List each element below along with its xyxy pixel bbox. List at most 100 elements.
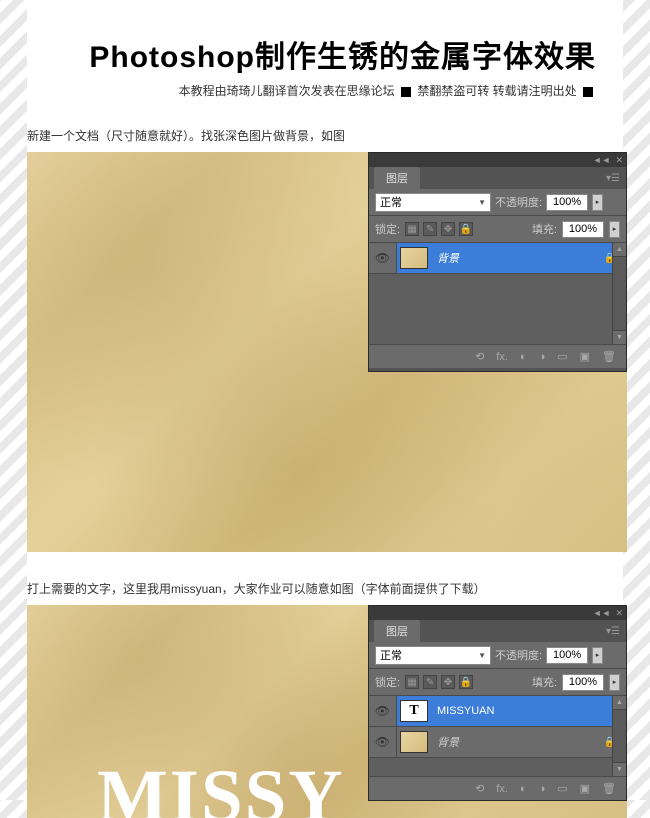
chevron-down-icon: ▼ xyxy=(478,198,486,207)
figure-2-text: MISSY xyxy=(97,754,345,818)
layer-list: 👁 背景 🔒 ▲ ▼ xyxy=(369,243,626,344)
lock-icons-group: ▦ ✎ ✥ 🔒 xyxy=(405,675,473,689)
layer-name: MISSYUAN xyxy=(431,705,626,717)
close-icon[interactable]: ✕ xyxy=(615,608,623,619)
scroll-down-icon[interactable]: ▼ xyxy=(613,762,626,776)
opacity-label: 不透明度: xyxy=(495,647,542,663)
panel-tabs: 图层 ▾☰ xyxy=(369,620,626,642)
collapse-icon[interactable]: ◄◄ xyxy=(593,155,611,165)
lock-label: 锁定: xyxy=(375,221,400,237)
fill-label: 填充: xyxy=(532,221,557,237)
lock-all-icon[interactable]: 🔒 xyxy=(459,675,473,689)
panel-topbar: ◄◄ ✕ xyxy=(369,153,626,167)
lock-all-icon[interactable]: 🔒 xyxy=(459,222,473,236)
lock-label: 锁定: xyxy=(375,674,400,690)
step-1-text: 新建一个文档（尺寸随意就好）。找张深色图片做背景，如图 xyxy=(27,127,623,144)
adjustment-icon[interactable]: ◑ xyxy=(539,783,546,795)
visibility-toggle[interactable]: 👁 xyxy=(369,243,397,273)
block-icon xyxy=(583,87,593,97)
scrollbar[interactable]: ▲ ▼ xyxy=(612,696,626,776)
visibility-toggle[interactable]: 👁 xyxy=(369,696,397,726)
page-title: Photoshop制作生锈的金属字体效果 xyxy=(27,32,623,76)
lock-position-icon[interactable]: ✥ xyxy=(441,222,455,236)
mask-icon[interactable]: ◐ xyxy=(520,351,527,363)
visibility-toggle[interactable]: 👁 xyxy=(369,727,397,757)
lock-icons-group: ▦ ✎ ✥ 🔒 xyxy=(405,222,473,236)
layer-thumbnail[interactable] xyxy=(397,247,431,269)
tab-layers[interactable]: 图层 xyxy=(374,167,420,189)
layer-thumbnail[interactable]: T xyxy=(397,700,431,722)
panel-menu-icon[interactable]: ▾☰ xyxy=(606,626,620,637)
scroll-up-icon[interactable]: ▲ xyxy=(613,243,626,257)
eye-icon: 👁 xyxy=(375,251,390,265)
folder-icon[interactable]: ▭ xyxy=(557,350,567,363)
blend-mode-value: 正常 xyxy=(380,647,402,663)
eye-icon: 👁 xyxy=(375,735,390,749)
tab-layers[interactable]: 图层 xyxy=(374,620,420,642)
blend-opacity-row: 正常 ▼ 不透明度: 100% ▸ xyxy=(369,642,626,669)
layers-panel: ◄◄ ✕ 图层 ▾☰ 正常 ▼ 不透明度: 100% ▸ 锁定: ▦ xyxy=(368,152,627,372)
fill-input[interactable]: 100% xyxy=(562,221,604,238)
scrollbar[interactable]: ▲ ▼ xyxy=(612,243,626,344)
layer-item[interactable]: 👁 背景 🔒 xyxy=(369,243,626,274)
eye-icon: 👁 xyxy=(375,704,390,718)
layer-thumbnail[interactable] xyxy=(397,731,431,753)
trash-icon[interactable]: 🗑 xyxy=(602,782,616,795)
lock-position-icon[interactable]: ✥ xyxy=(441,675,455,689)
layers-panel: ◄◄ ✕ 图层 ▾☰ 正常 ▼ 不透明度: 100% ▸ 锁定: ▦ xyxy=(368,605,627,801)
scroll-down-icon[interactable]: ▼ xyxy=(613,330,626,344)
thumb-texture xyxy=(400,247,428,269)
blend-mode-value: 正常 xyxy=(380,194,402,210)
chevron-down-icon: ▼ xyxy=(478,651,486,660)
fill-stepper[interactable]: ▸ xyxy=(609,221,620,238)
block-icon xyxy=(401,87,411,97)
trash-icon[interactable]: 🗑 xyxy=(602,350,616,363)
lock-fill-row: 锁定: ▦ ✎ ✥ 🔒 填充: 100% ▸ xyxy=(369,216,626,243)
blend-mode-select[interactable]: 正常 ▼ xyxy=(375,193,491,212)
fill-stepper[interactable]: ▸ xyxy=(609,674,620,691)
fill-label: 填充: xyxy=(532,674,557,690)
panel-menu-icon[interactable]: ▾☰ xyxy=(606,173,620,184)
scroll-up-icon[interactable]: ▲ xyxy=(613,696,626,710)
link-layers-icon[interactable]: ⟲ xyxy=(475,350,484,363)
opacity-input[interactable]: 100% xyxy=(546,194,588,211)
panel-topbar: ◄◄ ✕ xyxy=(369,606,626,620)
panel-footer: ⟲ fx. ◐ ◑ ▭ ▣ 🗑 xyxy=(369,776,626,800)
layer-name: 背景 xyxy=(431,734,604,750)
figure-1: ◄◄ ✕ 图层 ▾☰ 正常 ▼ 不透明度: 100% ▸ 锁定: ▦ xyxy=(27,152,627,552)
new-layer-icon[interactable]: ▣ xyxy=(580,350,590,363)
subtitle-text-2: 禁翻禁盗可转 转载请注明出处 xyxy=(417,84,576,98)
folder-icon[interactable]: ▭ xyxy=(557,782,567,795)
lock-pixels-icon[interactable]: ✎ xyxy=(423,222,437,236)
panel-footer: ⟲ fx. ◐ ◑ ▭ ▣ 🗑 xyxy=(369,344,626,368)
subtitle-text-1: 本教程由琦琦儿翻译首次发表在思缘论坛 xyxy=(179,84,395,98)
new-layer-icon[interactable]: ▣ xyxy=(580,782,590,795)
step-2-text: 打上需要的文字，这里我用missyuan，大家作业可以随意如图（字体前面提供了下… xyxy=(27,580,623,597)
subtitle: 本教程由琦琦儿翻译首次发表在思缘论坛 禁翻禁盗可转 转载请注明出处 xyxy=(27,82,623,99)
fill-input[interactable]: 100% xyxy=(562,674,604,691)
layer-name: 背景 xyxy=(431,250,604,266)
lock-transparent-icon[interactable]: ▦ xyxy=(405,222,419,236)
opacity-input[interactable]: 100% xyxy=(546,647,588,664)
blend-opacity-row: 正常 ▼ 不透明度: 100% ▸ xyxy=(369,189,626,216)
layer-item[interactable]: 👁 T MISSYUAN xyxy=(369,696,626,727)
adjustment-icon[interactable]: ◑ xyxy=(539,351,546,363)
blend-mode-select[interactable]: 正常 ▼ xyxy=(375,646,491,665)
opacity-stepper[interactable]: ▸ xyxy=(592,194,603,211)
link-layers-icon[interactable]: ⟲ xyxy=(475,782,484,795)
thumb-text: T xyxy=(400,700,428,722)
close-icon[interactable]: ✕ xyxy=(615,155,623,166)
lock-transparent-icon[interactable]: ▦ xyxy=(405,675,419,689)
lock-fill-row: 锁定: ▦ ✎ ✥ 🔒 填充: 100% ▸ xyxy=(369,669,626,696)
opacity-label: 不透明度: xyxy=(495,194,542,210)
collapse-icon[interactable]: ◄◄ xyxy=(593,608,611,618)
panel-tabs: 图层 ▾☰ xyxy=(369,167,626,189)
fx-icon[interactable]: fx. xyxy=(496,783,508,795)
lock-pixels-icon[interactable]: ✎ xyxy=(423,675,437,689)
opacity-stepper[interactable]: ▸ xyxy=(592,647,603,664)
thumb-texture xyxy=(400,731,428,753)
layer-item[interactable]: 👁 背景 🔒 xyxy=(369,727,626,758)
mask-icon[interactable]: ◐ xyxy=(520,783,527,795)
fx-icon[interactable]: fx. xyxy=(496,351,508,363)
layer-list: 👁 T MISSYUAN 👁 背景 🔒 xyxy=(369,696,626,776)
